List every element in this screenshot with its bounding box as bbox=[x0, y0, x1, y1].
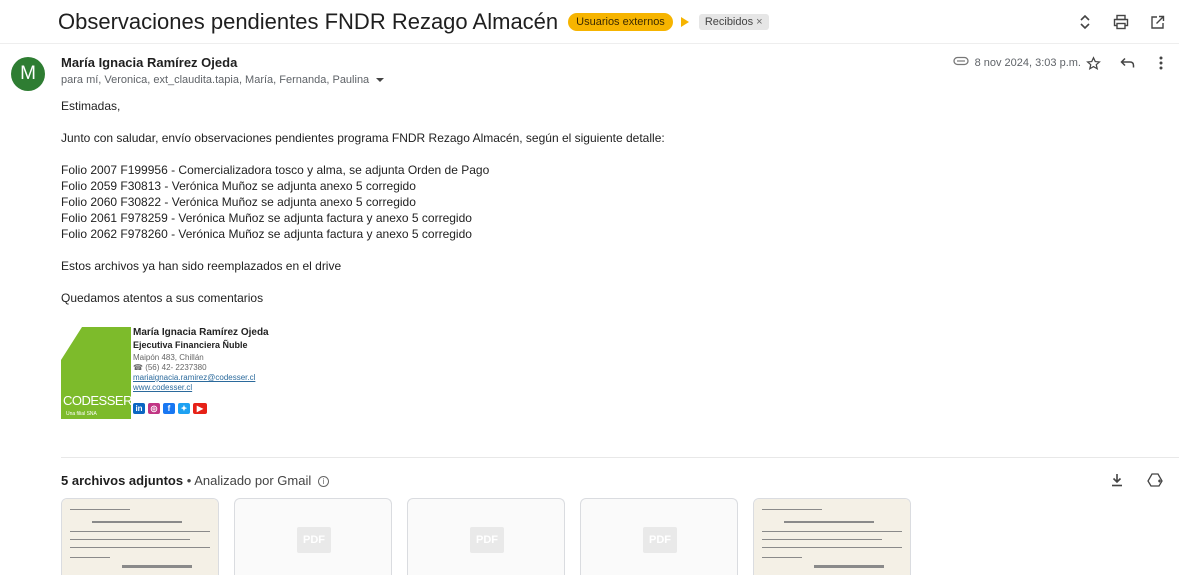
recipients-text: para mí, Veronica, ext_claudita.tapia, M… bbox=[61, 74, 370, 86]
logo-subtext: Una filial SNA bbox=[66, 411, 97, 417]
attachment-pdf-2[interactable]: PDF bbox=[234, 498, 392, 575]
signature-address: Maipón 483, Chillán bbox=[133, 353, 204, 362]
signature-web-link[interactable]: www.codesser.cl bbox=[133, 383, 192, 392]
attachment-scan-5[interactable] bbox=[753, 498, 911, 575]
signature-role: Ejecutiva Financiera Ñuble bbox=[133, 340, 248, 350]
facebook-icon[interactable]: f bbox=[163, 403, 175, 414]
instagram-icon[interactable]: ◎ bbox=[148, 403, 160, 414]
attachment-pdf-4[interactable]: PDF bbox=[580, 498, 738, 575]
unfold-icon[interactable] bbox=[1075, 12, 1095, 32]
info-icon[interactable]: i bbox=[317, 476, 329, 488]
pdf-icon: PDF bbox=[643, 527, 677, 553]
attachment-thumbnails: PDF PDF PDF bbox=[61, 498, 911, 575]
signature-email-link[interactable]: mariaignacia.ramirez@codesser.cl bbox=[133, 373, 255, 382]
signature-name: María Ignacia Ramírez Ojeda bbox=[133, 327, 269, 338]
closing-paragraph: Quedamos atentos a sus comentarios bbox=[61, 291, 264, 305]
greeting: Estimadas, bbox=[61, 99, 121, 113]
linkedin-icon[interactable]: in bbox=[133, 403, 145, 414]
remove-label-icon[interactable]: × bbox=[756, 16, 762, 28]
list-item: Folio 2062 F978260 - Verónica Muñoz se a… bbox=[61, 227, 472, 241]
star-icon[interactable] bbox=[1083, 53, 1103, 73]
note-paragraph: Estos archivos ya han sido reemplazados … bbox=[61, 259, 342, 273]
sender-name[interactable]: María Ignacia Ramírez Ojeda bbox=[61, 55, 237, 70]
list-item: Folio 2061 F978259 - Verónica Muñoz se a… bbox=[61, 211, 472, 225]
email-signature: CODESSER Una filial SNA María Ignacia Ra… bbox=[61, 327, 281, 419]
attachments-separator: • bbox=[186, 473, 192, 488]
social-links: in ◎ f ✦ ▶ bbox=[133, 403, 207, 414]
attachment-scan-1[interactable] bbox=[61, 498, 219, 575]
attachments-divider bbox=[61, 457, 1179, 458]
logo-text: CODESSER bbox=[63, 393, 131, 408]
importance-marker-icon[interactable] bbox=[680, 16, 689, 27]
scanned-by-gmail: Analizado por Gmail bbox=[194, 473, 312, 488]
print-icon[interactable] bbox=[1111, 12, 1131, 32]
message-meta: 8 nov 2024, 3:03 p.m. bbox=[952, 56, 1081, 69]
recipients-line: para mí, Veronica, ext_claudita.tapia, M… bbox=[61, 74, 385, 86]
attachment-icon bbox=[952, 56, 969, 69]
open-in-new-window-icon[interactable] bbox=[1147, 12, 1167, 32]
list-item: Folio 2060 F30822 - Verónica Muñoz se ad… bbox=[61, 195, 416, 209]
more-icon[interactable] bbox=[1151, 53, 1171, 73]
email-subject: Observaciones pendientes FNDR Rezago Alm… bbox=[58, 8, 559, 34]
attachment-pdf-3[interactable]: PDF bbox=[407, 498, 565, 575]
chevron-down-icon[interactable] bbox=[376, 78, 385, 82]
avatar[interactable]: M bbox=[11, 57, 45, 91]
signature-phone: ☎ (56) 42- 2237380 bbox=[133, 363, 207, 372]
add-to-drive-icon[interactable] bbox=[1145, 470, 1165, 490]
list-item: Folio 2007 F199956 - Comercializadora to… bbox=[61, 163, 490, 177]
attachments-header: 5 archivos adjuntos • Analizado por Gmai… bbox=[61, 473, 329, 488]
message-body: Estimadas, Junto con saludar, envío obse… bbox=[61, 98, 665, 306]
subject-bar: Observaciones pendientes FNDR Rezago Alm… bbox=[0, 0, 1179, 44]
label-recibidos-text: Recibidos bbox=[704, 15, 754, 28]
youtube-icon[interactable]: ▶ bbox=[193, 403, 207, 414]
download-all-icon[interactable] bbox=[1107, 470, 1127, 490]
label-usuarios-externos[interactable]: Usuarios externos bbox=[568, 12, 673, 31]
attachments-count: 5 archivos adjuntos bbox=[61, 473, 184, 488]
reply-icon[interactable] bbox=[1117, 53, 1137, 73]
pdf-icon: PDF bbox=[297, 527, 331, 553]
intro-paragraph: Junto con saludar, envío observaciones p… bbox=[61, 131, 665, 145]
pdf-icon: PDF bbox=[470, 527, 504, 553]
list-item: Folio 2059 F30813 - Verónica Muñoz se ad… bbox=[61, 179, 416, 193]
label-recibidos[interactable]: Recibidos × bbox=[698, 13, 769, 30]
message-date: 8 nov 2024, 3:03 p.m. bbox=[974, 56, 1081, 69]
twitter-icon[interactable]: ✦ bbox=[178, 403, 190, 414]
codesser-logo: CODESSER Una filial SNA bbox=[61, 327, 131, 419]
